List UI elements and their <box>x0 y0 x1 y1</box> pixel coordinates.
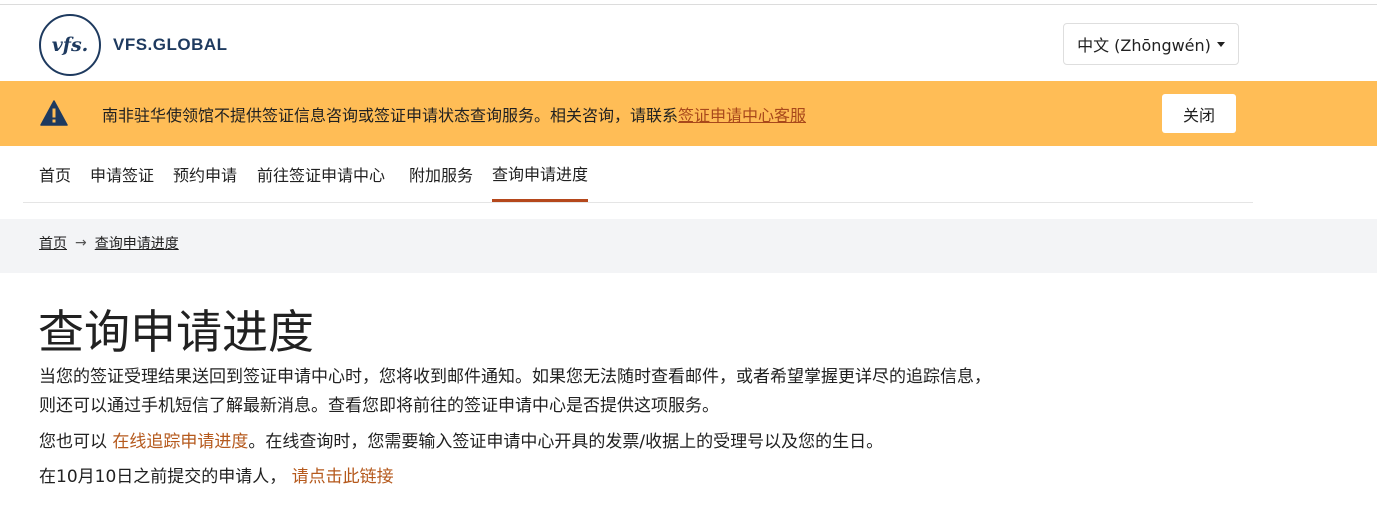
site-header: vfs. VFS.GLOBAL 中文 (Zhōngwén) <box>0 5 1377 81</box>
alert-service-link[interactable]: 签证申请中心客服 <box>678 106 806 125</box>
breadcrumb-current-link[interactable]: 查询申请进度 <box>95 233 179 253</box>
alert-message-text: 南非驻华使领馆不提供签证信息咨询或签证申请状态查询服务。相关咨询，请联系 <box>102 106 679 125</box>
vfs-logo[interactable]: vfs. VFS.GLOBAL <box>39 14 228 76</box>
intro-paragraph: 当您的签证受理结果送回到签证申请中心时，您将收到邮件通知。如果您无法随时查看邮件… <box>39 367 991 416</box>
online-track-link[interactable]: 在线追踪申请进度 <box>112 432 248 452</box>
caret-down-icon <box>1216 41 1225 47</box>
nav-item-apply[interactable]: 申请签证 <box>90 146 154 202</box>
nav-item-visit-centre[interactable]: 前往签证申请中心 <box>257 146 385 202</box>
breadcrumb-home-link[interactable]: 首页 <box>39 233 67 253</box>
alert-message: 南非驻华使领馆不提供签证信息咨询或签证申请状态查询服务。相关咨询，请联系签证申请… <box>102 102 806 126</box>
online-track-paragraph: 您也可以 在线追踪申请进度。在线查询时，您需要输入签证申请中心开具的发票/收据上… <box>39 428 883 457</box>
nav-item-appointment[interactable]: 预约申请 <box>173 146 237 202</box>
warning-icon <box>40 100 68 126</box>
language-select[interactable]: 中文 (Zhōngwén) <box>1063 23 1239 65</box>
nav-item-track-application[interactable]: 查询申请进度 <box>492 146 589 202</box>
logo-text: VFS.GLOBAL <box>113 35 228 54</box>
nav-item-home[interactable]: 首页 <box>39 146 71 202</box>
language-label: 中文 (Zhōngwén) <box>1077 36 1211 55</box>
breadcrumb: 首页 → 查询申请进度 <box>39 233 179 253</box>
online-track-suffix: 。在线查询时，您需要输入签证申请中心开具的发票/收据上的受理号以及您的生日。 <box>248 432 884 452</box>
legacy-applicants-paragraph: 在10月10日之前提交的申请人， 请点击此链接 <box>39 463 394 492</box>
nav-item-value-added[interactable]: 附加服务 <box>409 146 473 202</box>
page-title: 查询申请进度 <box>38 305 314 359</box>
main-nav: 首页 申请签证 预约申请 前往签证申请中心 附加服务 查询申请进度 <box>23 146 1253 203</box>
arrow-right-icon: → <box>75 235 87 251</box>
legacy-applicants-prefix: 在10月10日之前提交的申请人， <box>39 467 292 487</box>
breadcrumb-bar: 首页 → 查询申请进度 <box>0 219 1377 273</box>
logo-mark-text: vfs. <box>51 34 89 56</box>
alert-banner: 南非驻华使领馆不提供签证信息咨询或签证申请状态查询服务。相关咨询，请联系签证申请… <box>0 81 1377 146</box>
logo-mark: vfs. <box>39 14 101 76</box>
legacy-applicants-link[interactable]: 请点击此链接 <box>292 467 394 487</box>
close-button[interactable]: 关闭 <box>1162 94 1236 133</box>
online-track-prefix: 您也可以 <box>39 432 113 452</box>
